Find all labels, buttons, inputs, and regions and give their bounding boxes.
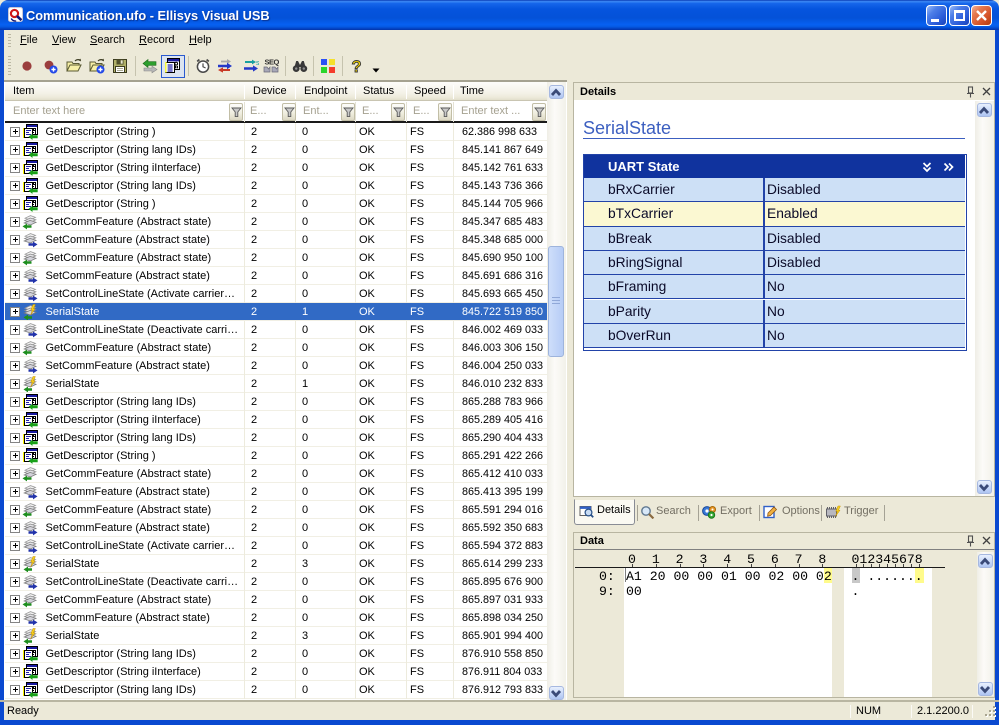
svg-text:SEQ: SEQ bbox=[265, 58, 280, 67]
svg-text:?: ? bbox=[352, 58, 362, 74]
svg-text:s: s bbox=[256, 60, 259, 67]
